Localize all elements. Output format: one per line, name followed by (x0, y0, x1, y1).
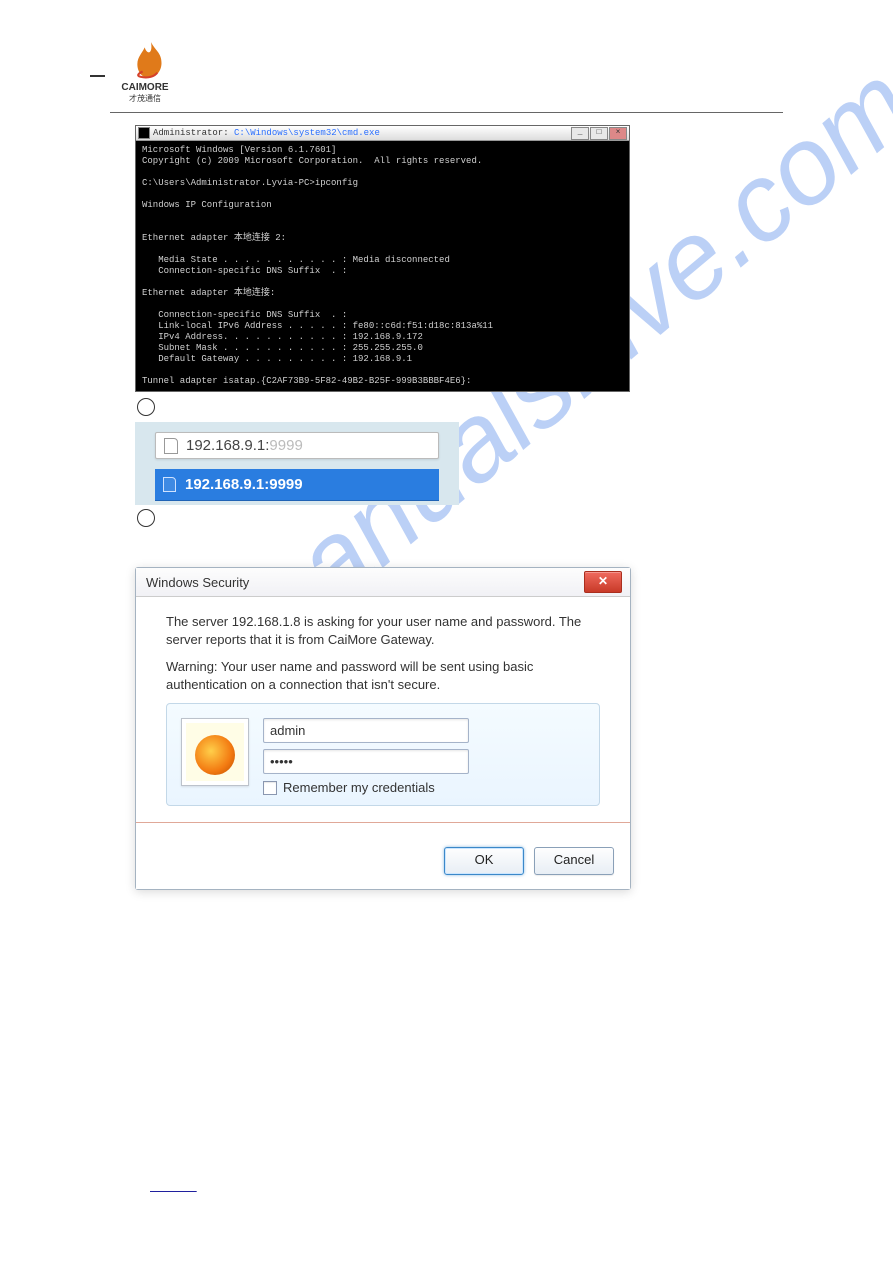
dialog-footer: OK Cancel (136, 841, 630, 889)
dialog-titlebar: Windows Security ✕ (136, 568, 630, 597)
brand-logo: CAIMORE 才茂通信 (100, 40, 172, 104)
cmd-window-controls: _ □ × (571, 127, 627, 140)
cmd-titlebar: Administrator: C:\Windows\system32\cmd.e… (136, 126, 629, 141)
suggestion-text: 192.168.9.1:9999 (185, 476, 303, 493)
ok-button[interactable]: OK (444, 847, 524, 875)
brand-name: CAIMORE (118, 82, 172, 93)
header-dash (90, 75, 105, 77)
maximize-button[interactable]: □ (590, 127, 608, 140)
minimize-button[interactable]: _ (571, 127, 589, 140)
dialog-separator (136, 822, 630, 823)
remember-label: Remember my credentials (283, 780, 435, 795)
credentials-panel: admin ••••• Remember my credentials (166, 703, 600, 806)
user-avatar (181, 718, 249, 786)
remember-row[interactable]: Remember my credentials (263, 780, 585, 795)
cancel-button[interactable]: Cancel (534, 847, 614, 875)
dialog-message-1: The server 192.168.1.8 is asking for you… (166, 613, 600, 648)
flower-icon (195, 735, 235, 775)
header-rule (110, 112, 783, 113)
cmd-title-prefix: Administrator: (153, 128, 234, 138)
cmd-window: Administrator: C:\Windows\system32\cmd.e… (135, 125, 630, 392)
document-page: manualshive.com CAIMORE 才茂通信 Administrat… (0, 0, 893, 1263)
page-icon (163, 477, 176, 492)
footer-underline (150, 1179, 197, 1193)
credential-fields: admin ••••• Remember my credentials (263, 718, 585, 795)
password-field[interactable]: ••••• (263, 749, 469, 774)
cmd-title: Administrator: C:\Windows\system32\cmd.e… (153, 128, 571, 138)
page-header: CAIMORE 才茂通信 (0, 0, 893, 106)
close-button[interactable]: × (609, 127, 627, 140)
browser-address-block: 192.168.9.1:9999 192.168.9.1:9999 (135, 422, 459, 505)
dialog-title: Windows Security (146, 575, 249, 590)
dialog-body: The server 192.168.1.8 is asking for you… (136, 597, 630, 841)
address-port: 9999 (269, 437, 302, 454)
dialog-message-2: Warning: Your user name and password wil… (166, 658, 600, 693)
step-marker-1 (137, 398, 155, 416)
page-icon (164, 438, 178, 454)
address-host: 192.168.9.1: (186, 437, 269, 454)
avatar-image (186, 723, 244, 781)
step-marker-2 (137, 509, 155, 527)
flame-icon (130, 40, 172, 82)
dialog-close-button[interactable]: ✕ (584, 571, 622, 593)
address-bar[interactable]: 192.168.9.1:9999 (155, 432, 439, 459)
remember-checkbox[interactable] (263, 781, 277, 795)
cmd-icon (138, 127, 150, 139)
username-field[interactable]: admin (263, 718, 469, 743)
cmd-output: Microsoft Windows [Version 6.1.7601] Cop… (136, 141, 629, 391)
windows-security-dialog: Windows Security ✕ The server 192.168.1.… (135, 567, 631, 890)
brand-subtitle: 才茂通信 (118, 93, 172, 104)
content-area: Administrator: C:\Windows\system32\cmd.e… (135, 125, 785, 890)
omnibox-container: 192.168.9.1:9999 192.168.9.1:9999 (135, 422, 459, 505)
address-suggestion[interactable]: 192.168.9.1:9999 (155, 469, 439, 501)
cmd-title-path: C:\Windows\system32\cmd.exe (234, 128, 380, 138)
